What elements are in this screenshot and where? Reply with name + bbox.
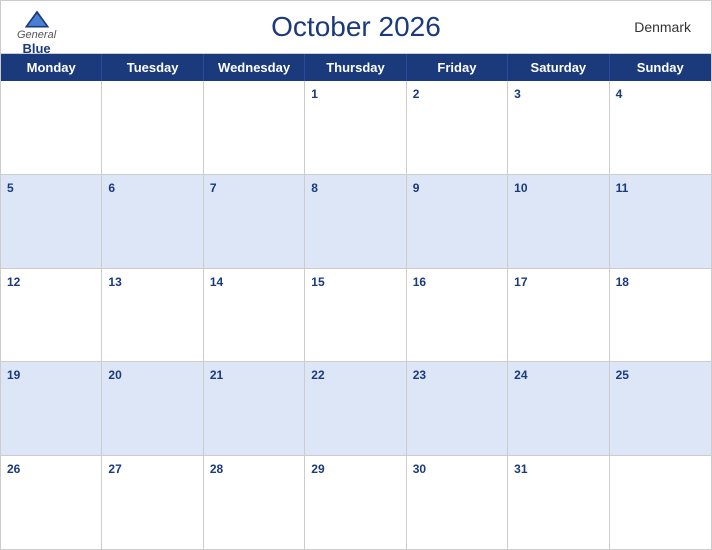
day-number: 28 <box>210 462 223 476</box>
day-number: 25 <box>616 368 629 382</box>
day-cell: 4 <box>610 81 711 174</box>
day-cell: 6 <box>102 175 203 268</box>
day-number: 24 <box>514 368 527 382</box>
day-number: 4 <box>616 87 623 101</box>
generalblue-logo-icon <box>23 9 51 29</box>
day-number: 1 <box>311 87 318 101</box>
day-number: 7 <box>210 181 217 195</box>
day-cell: 26 <box>1 456 102 549</box>
day-cell: 25 <box>610 362 711 455</box>
week-row-2: 5 6 7 8 9 10 11 <box>1 175 711 269</box>
day-number: 23 <box>413 368 426 382</box>
day-cell: 12 <box>1 269 102 362</box>
day-header-thursday: Thursday <box>305 54 406 81</box>
day-cell: 16 <box>407 269 508 362</box>
calendar-grid: MondayTuesdayWednesdayThursdayFridaySatu… <box>1 53 711 549</box>
day-cell: 2 <box>407 81 508 174</box>
day-cell: 9 <box>407 175 508 268</box>
day-cell: 23 <box>407 362 508 455</box>
day-cell: 10 <box>508 175 609 268</box>
day-cell: 24 <box>508 362 609 455</box>
logo-row <box>23 9 51 29</box>
week-row-5: 26 27 28 29 30 31 <box>1 456 711 549</box>
day-number: 6 <box>108 181 115 195</box>
day-number: 13 <box>108 275 121 289</box>
day-cell: 18 <box>610 269 711 362</box>
day-cell: 30 <box>407 456 508 549</box>
day-number: 2 <box>413 87 420 101</box>
country-label: Denmark <box>634 19 691 35</box>
logo-general-text: General <box>17 29 56 41</box>
week-row-1: 1 2 3 4 <box>1 81 711 175</box>
day-header-friday: Friday <box>407 54 508 81</box>
day-number: 18 <box>616 275 629 289</box>
day-number: 16 <box>413 275 426 289</box>
logo-area: General Blue <box>17 9 56 56</box>
day-cell: 1 <box>305 81 406 174</box>
day-cell: 20 <box>102 362 203 455</box>
day-number: 26 <box>7 462 20 476</box>
weeks-container: 1234567891011121314151617181920212223242… <box>1 81 711 549</box>
day-cell: 19 <box>1 362 102 455</box>
day-number: 17 <box>514 275 527 289</box>
day-cell: 17 <box>508 269 609 362</box>
day-cell <box>610 456 711 549</box>
day-cell: 21 <box>204 362 305 455</box>
logo-blue-text: Blue <box>22 41 50 56</box>
day-number: 9 <box>413 181 420 195</box>
calendar-header: General Blue October 2026 Denmark <box>1 1 711 53</box>
day-number: 3 <box>514 87 521 101</box>
day-header-sunday: Sunday <box>610 54 711 81</box>
day-number: 10 <box>514 181 527 195</box>
day-cell: 14 <box>204 269 305 362</box>
day-header-tuesday: Tuesday <box>102 54 203 81</box>
day-header-monday: Monday <box>1 54 102 81</box>
day-number: 14 <box>210 275 223 289</box>
day-number: 19 <box>7 368 20 382</box>
day-cell <box>204 81 305 174</box>
day-header-saturday: Saturday <box>508 54 609 81</box>
day-cell: 5 <box>1 175 102 268</box>
day-number: 21 <box>210 368 223 382</box>
day-number: 31 <box>514 462 527 476</box>
day-number: 30 <box>413 462 426 476</box>
day-cell: 3 <box>508 81 609 174</box>
day-number: 27 <box>108 462 121 476</box>
calendar-container: General Blue October 2026 Denmark Monday… <box>0 0 712 550</box>
day-cell: 11 <box>610 175 711 268</box>
day-cell: 7 <box>204 175 305 268</box>
day-headers-row: MondayTuesdayWednesdayThursdayFridaySatu… <box>1 54 711 81</box>
day-number: 11 <box>616 181 629 195</box>
day-cell: 15 <box>305 269 406 362</box>
day-number: 29 <box>311 462 324 476</box>
day-cell: 8 <box>305 175 406 268</box>
day-number: 12 <box>7 275 20 289</box>
day-cell: 29 <box>305 456 406 549</box>
week-row-4: 19 20 21 22 23 24 25 <box>1 362 711 456</box>
day-cell: 28 <box>204 456 305 549</box>
calendar-title: October 2026 <box>271 11 441 43</box>
day-number: 15 <box>311 275 324 289</box>
day-cell: 22 <box>305 362 406 455</box>
day-cell: 31 <box>508 456 609 549</box>
day-number: 20 <box>108 368 121 382</box>
day-cell <box>102 81 203 174</box>
week-row-3: 12 13 14 15 16 17 18 <box>1 269 711 363</box>
day-cell: 27 <box>102 456 203 549</box>
day-header-wednesday: Wednesday <box>204 54 305 81</box>
day-cell <box>1 81 102 174</box>
day-number: 22 <box>311 368 324 382</box>
day-number: 8 <box>311 181 318 195</box>
day-cell: 13 <box>102 269 203 362</box>
day-number: 5 <box>7 181 14 195</box>
